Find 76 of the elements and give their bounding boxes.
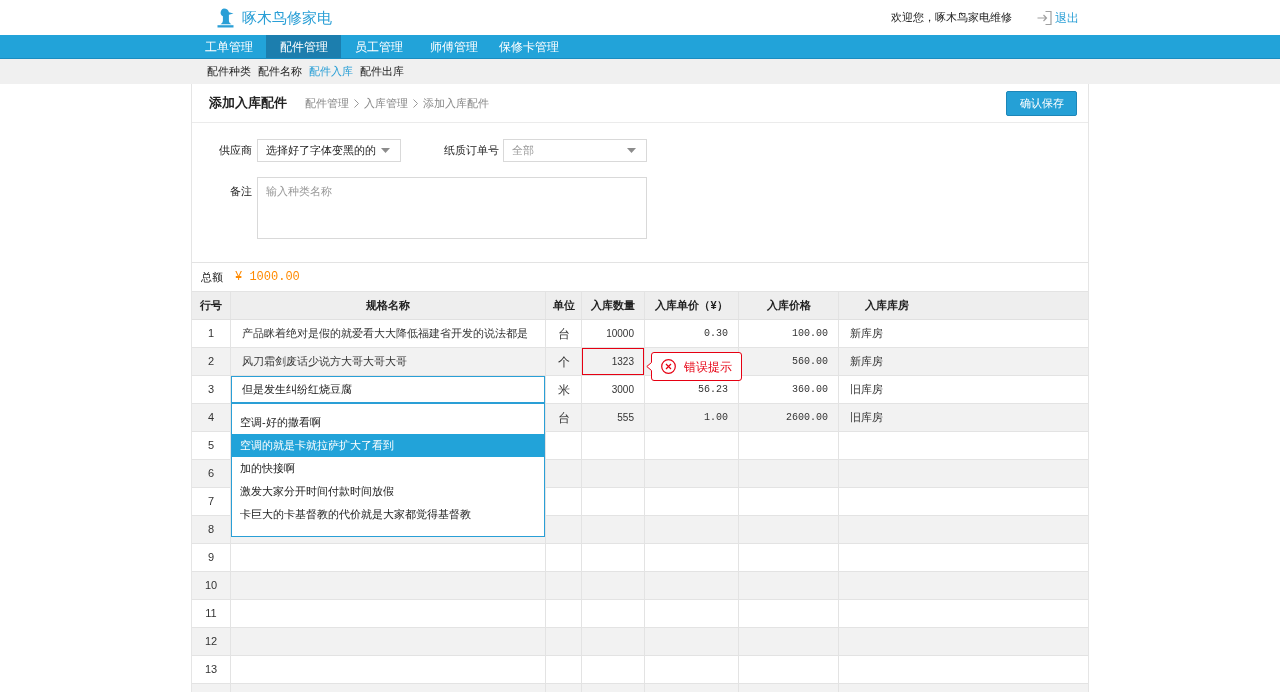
table-cell-text: 米 xyxy=(556,381,571,399)
subnav-link[interactable]: 配件出库 xyxy=(360,63,404,80)
nav-tab[interactable]: 配件管理 xyxy=(266,35,341,58)
subnav-link[interactable]: 配件入库 xyxy=(309,63,353,80)
table-cell: 3000 xyxy=(582,376,644,403)
table-cell-text: 11 xyxy=(204,606,218,622)
table-cell-text: 0.30 xyxy=(703,327,729,341)
table-cell-text: 560.00 xyxy=(791,355,829,369)
table-cell-text: 新库房 xyxy=(849,354,884,370)
caret-down-icon xyxy=(627,148,636,153)
table-cell: 10000 xyxy=(582,320,644,347)
nav-tab[interactable]: 师傅管理 xyxy=(416,35,491,58)
chevron-right-icon xyxy=(413,98,418,108)
table-cell-text: 1.00 xyxy=(703,411,729,425)
save-button[interactable]: 确认保存 xyxy=(1006,90,1077,116)
exit-icon[interactable] xyxy=(1037,10,1052,25)
table-cell-text: 台 xyxy=(556,409,571,427)
table-cell-text: 13 xyxy=(203,662,219,678)
table-cell-text: 旧库房 xyxy=(849,410,884,426)
column-header: 单位 xyxy=(551,298,576,314)
chevron-right-icon xyxy=(354,98,359,108)
table-cell-text: 7 xyxy=(206,494,216,510)
page-title: 添加入库配件 xyxy=(209,94,287,113)
table-cell-text: 台 xyxy=(556,325,571,343)
nav-tab[interactable]: 工单管理 xyxy=(191,35,266,58)
logout-link[interactable]: 退出 xyxy=(1055,8,1079,27)
table-cell-text: 6 xyxy=(206,466,216,482)
table-cell-text: 8 xyxy=(206,522,216,538)
table-cell: 1323 xyxy=(582,348,644,375)
table-cell-text: 10 xyxy=(203,578,219,594)
table-cell-text: 旧库房 xyxy=(849,382,884,398)
column-header: 入库价格 xyxy=(765,298,812,314)
table-cell-text: 2 xyxy=(206,354,216,370)
table-cell-text: 1 xyxy=(206,326,216,342)
subnav-link[interactable]: 配件名称 xyxy=(258,63,302,80)
subnav-link[interactable]: 配件种类 xyxy=(207,63,251,80)
breadcrumb-link[interactable]: 添加入库配件 xyxy=(423,94,489,112)
table-cell-text: 3 xyxy=(206,382,216,398)
table-cell-text: 360.00 xyxy=(791,383,829,397)
field-label: 备注 xyxy=(229,184,252,199)
total-label: 总额 xyxy=(201,269,223,285)
table-cell-text: 个 xyxy=(556,353,571,371)
table-cell-text: 100.00 xyxy=(791,327,829,341)
table-cell-text: 56.23 xyxy=(697,383,729,397)
table-cell-text: 风刀霜剑废话少说方大哥大哥大哥 xyxy=(241,354,408,370)
order-select[interactable]: 全部 xyxy=(503,139,647,162)
breadcrumb-link[interactable]: 配件管理 xyxy=(305,94,349,112)
table-cell-text: 4 xyxy=(206,410,216,426)
x-circle-icon xyxy=(661,359,676,374)
column-header: 入库单价（¥） xyxy=(654,298,729,314)
supplier-select[interactable]: 选择好了字体变黑的的 xyxy=(257,139,401,162)
total-amount: ¥ 1000.00 xyxy=(235,269,300,286)
remark-field[interactable]: 输入种类名称 xyxy=(257,177,647,239)
column-header: 规格名称 xyxy=(365,298,411,314)
nav-tab[interactable]: 保修卡管理 xyxy=(491,35,566,58)
table-cell-text: 产品眯着绝对是假的就爱看大大降低福建省开发的说法都是 xyxy=(241,326,529,342)
table-cell-text: 5 xyxy=(206,438,216,454)
welcome-text: 欢迎您，啄木鸟家电维修 xyxy=(891,10,1012,26)
breadcrumb-link[interactable]: 入库管理 xyxy=(364,94,408,112)
caret-down-icon xyxy=(381,148,390,153)
column-header: 行号 xyxy=(199,298,223,314)
name-input[interactable]: 但是发生纠纷红烧豆腐 xyxy=(231,376,545,403)
error-text: 错误提示 xyxy=(684,358,732,376)
suggestion-item[interactable]: 空调的就是卡就拉萨扩大了看到 xyxy=(232,434,544,457)
bird-logo-icon xyxy=(217,7,234,28)
column-header: 入库数量 xyxy=(590,298,636,314)
table-cell-text: 12 xyxy=(203,634,219,650)
table-cell: 555 xyxy=(582,404,644,431)
table-cell-text: 新库房 xyxy=(849,326,884,342)
table-cell-text: 9 xyxy=(206,550,216,566)
nav-tab[interactable]: 员工管理 xyxy=(341,35,416,58)
field-label: 纸质订单号 xyxy=(443,143,499,159)
table-cell-text: 2600.00 xyxy=(785,411,829,425)
column-header: 入库库房 xyxy=(864,298,910,314)
brand-name: 啄木鸟修家电 xyxy=(242,10,332,25)
field-label: 供应商 xyxy=(218,143,252,159)
